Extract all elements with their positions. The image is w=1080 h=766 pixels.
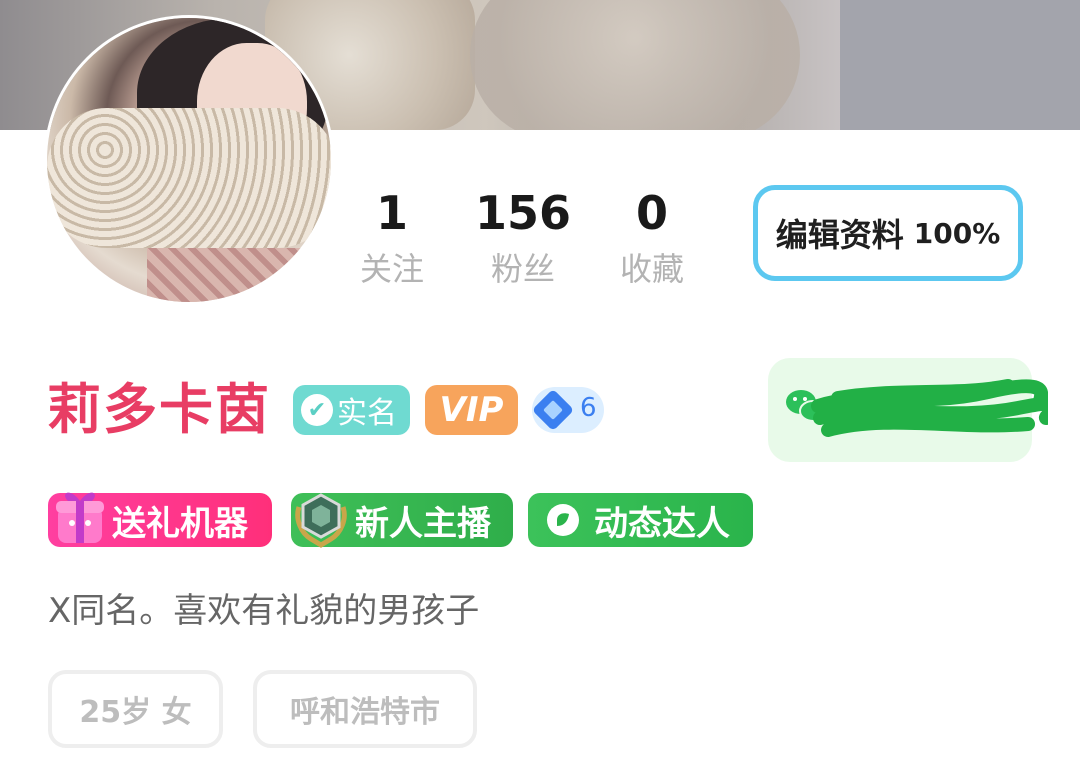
activity-icon (547, 504, 579, 536)
avatar[interactable] (47, 18, 331, 302)
check-icon: ✔ (301, 394, 333, 426)
edit-profile-completion: 100% (913, 216, 1001, 250)
level-number: 6 (580, 393, 597, 423)
stat-fans[interactable]: 156 粉丝 (468, 185, 578, 291)
stat-fans-label: 粉丝 (490, 250, 555, 288)
age-gender-chip: 25岁 女 (48, 670, 223, 748)
diamond-icon (531, 388, 575, 432)
verified-badge-label: 实名 (337, 396, 397, 431)
banner-shape (470, 0, 800, 130)
medal-icon (295, 493, 347, 548)
profile-name: 莉多卡茵 (47, 378, 271, 441)
verified-badge: ✔ 实名 (293, 385, 410, 435)
stat-favorites[interactable]: 0 收藏 (597, 185, 707, 291)
tag-new-streamer[interactable]: 新人主播 (291, 493, 513, 548)
stat-fans-count: 156 (474, 186, 572, 240)
tag-gift-machine[interactable]: 送礼机器 (48, 492, 272, 547)
tag-active-poster[interactable]: 动态达人 (528, 493, 753, 547)
tag-new-label: 新人主播 (355, 503, 491, 544)
stat-favorites-count: 0 (635, 186, 668, 240)
stat-following[interactable]: 1 关注 (337, 185, 447, 291)
wechat-contact[interactable] (768, 358, 1048, 462)
level-badge[interactable]: 6 (531, 387, 604, 433)
tag-gift-label: 送礼机器 (112, 503, 248, 544)
stat-following-label: 关注 (359, 250, 424, 288)
edit-profile-label: 编辑资料 (775, 216, 904, 254)
profile-bio: X同名。喜欢有礼貌的男孩子 (48, 591, 480, 631)
vip-badge[interactable]: VIP (425, 385, 518, 435)
tag-active-label: 动态达人 (594, 503, 730, 544)
profile-page: 1 关注 156 粉丝 0 收藏 编辑资料 100% 莉多卡茵 ✔ 实名 VIP… (0, 0, 1080, 766)
banner-shape (840, 0, 1080, 130)
redacted-scribble (811, 379, 1048, 437)
gift-icon (56, 492, 104, 543)
city-chip: 呼和浩特市 (253, 670, 477, 748)
avatar-skirt (147, 248, 331, 302)
stat-following-count: 1 (375, 186, 408, 240)
avatar-sleeve (47, 108, 331, 248)
stat-favorites-label: 收藏 (619, 250, 684, 288)
edit-profile-button[interactable]: 编辑资料 100% (753, 185, 1023, 281)
